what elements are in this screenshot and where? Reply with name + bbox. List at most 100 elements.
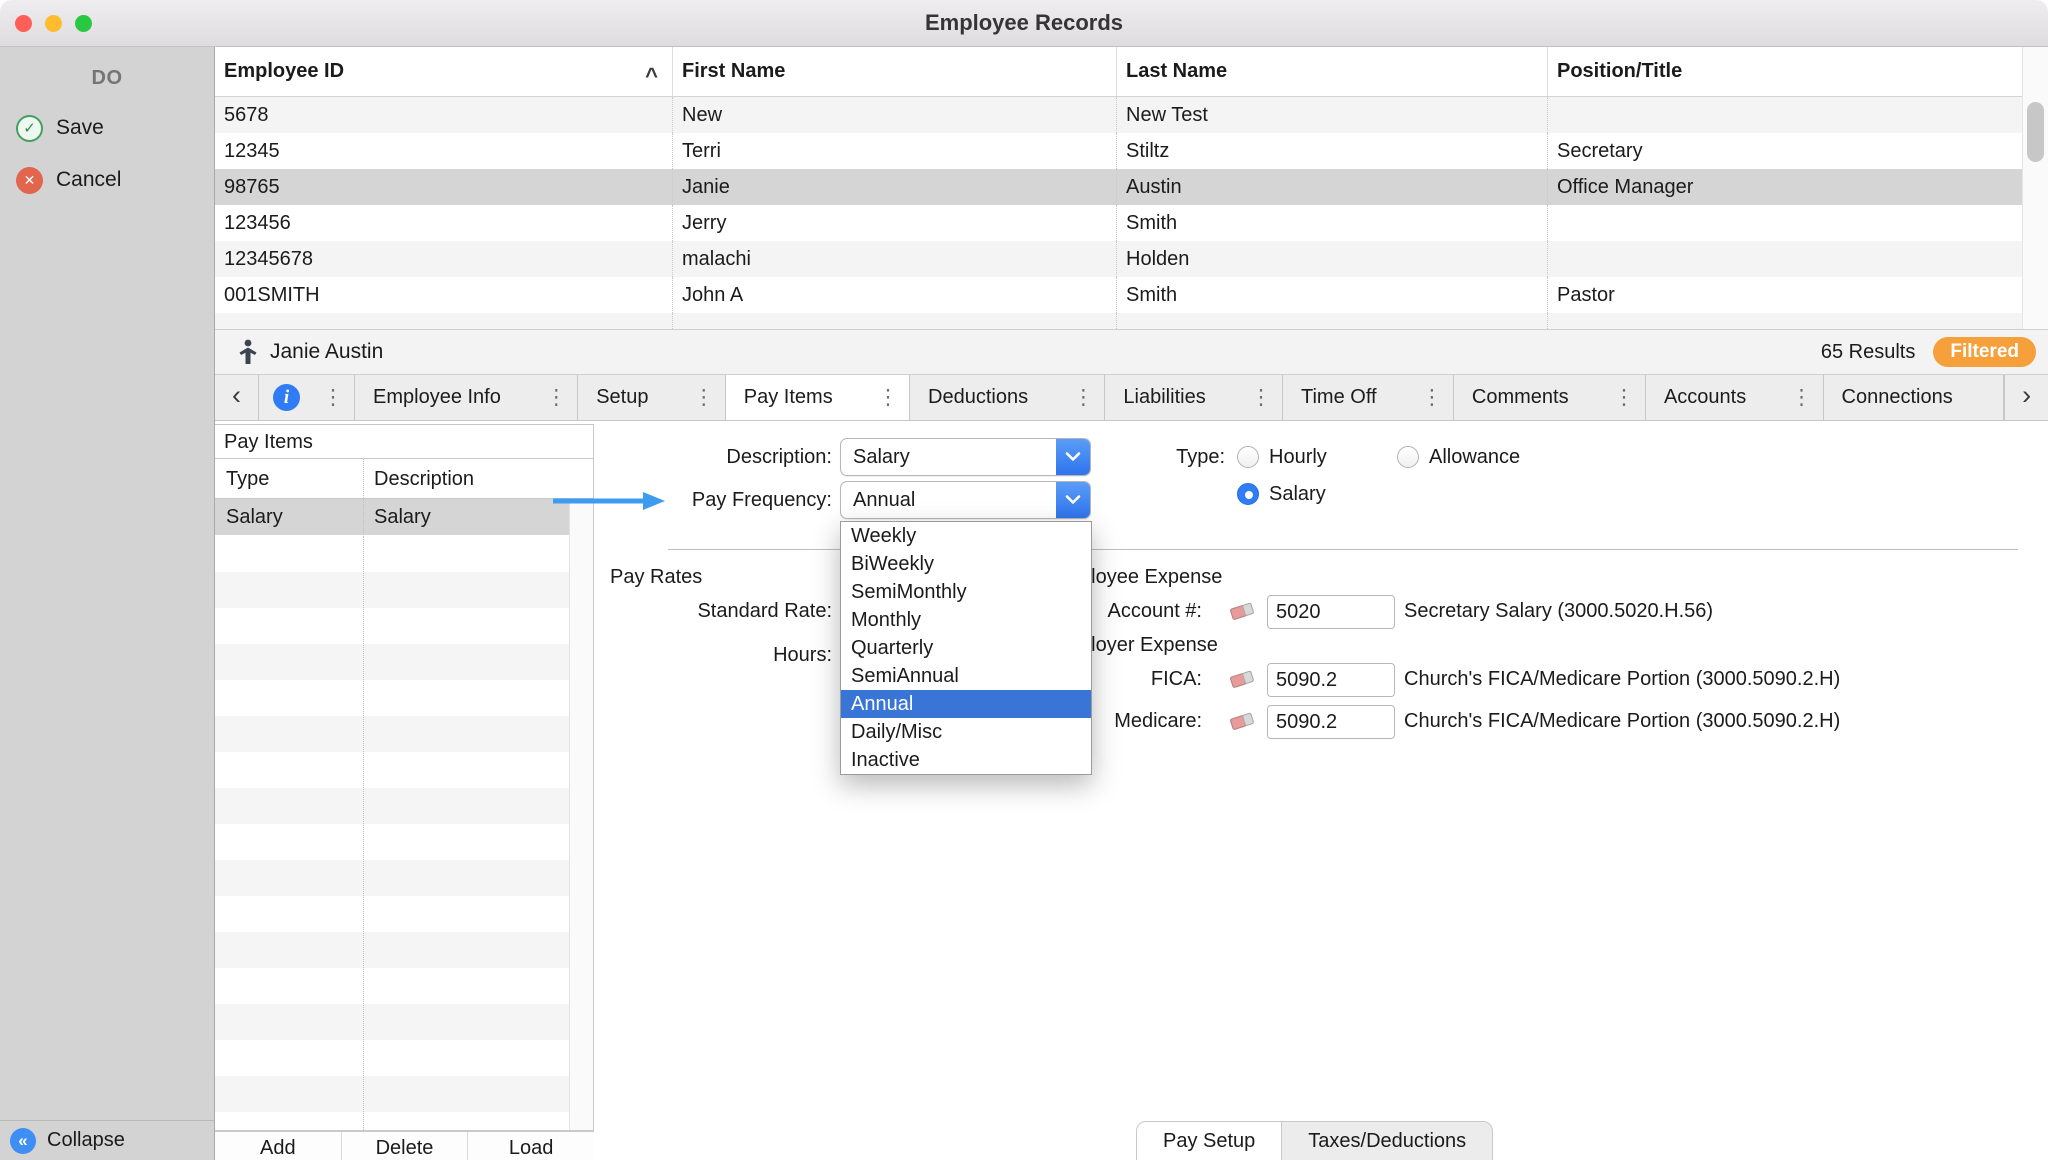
radio-hourly[interactable] bbox=[1237, 446, 1259, 468]
table-row[interactable]: 12345 Terri Stiltz Secretary bbox=[215, 133, 2048, 169]
fica-description: Church's FICA/Medicare Portion (3000.509… bbox=[1404, 661, 1840, 697]
column-header-first-name[interactable]: First Name bbox=[673, 47, 1117, 96]
tab-time-off[interactable]: Time Off ⋮ bbox=[1283, 375, 1454, 420]
collapse-button[interactable]: « Collapse bbox=[0, 1120, 214, 1160]
eraser-icon[interactable] bbox=[1228, 599, 1258, 623]
tab-bar: ‹ i ⋮ Employee Info ⋮ Setup ⋮ Pay Items … bbox=[215, 375, 2048, 421]
tab-comments[interactable]: Comments ⋮ bbox=[1454, 375, 1646, 420]
frequency-option[interactable]: Inactive bbox=[841, 746, 1091, 774]
tab-info[interactable]: i ⋮ bbox=[259, 375, 355, 420]
radio-salary-label[interactable]: Salary bbox=[1269, 475, 1326, 513]
fica-account-input[interactable] bbox=[1267, 663, 1395, 697]
zoom-window-button[interactable] bbox=[75, 15, 92, 32]
results-count: 65 Results bbox=[1821, 341, 1934, 364]
save-label: Save bbox=[56, 116, 104, 140]
column-header-position[interactable]: Position/Title bbox=[1548, 47, 2022, 96]
table-row-selected[interactable]: 98765 Janie Austin Office Manager bbox=[215, 169, 2048, 205]
cell-employee-id: 001SMITH bbox=[215, 277, 673, 313]
radio-salary[interactable] bbox=[1237, 483, 1259, 505]
chevron-down-icon[interactable] bbox=[1056, 482, 1090, 518]
account-number-input[interactable] bbox=[1267, 595, 1395, 629]
frequency-option[interactable]: Weekly bbox=[841, 522, 1091, 550]
frequency-option-selected[interactable]: Annual bbox=[841, 690, 1091, 718]
tab-menu-icon[interactable]: ⋮ bbox=[875, 385, 901, 410]
column-header-last-name[interactable]: Last Name bbox=[1117, 47, 1548, 96]
tab-menu-icon[interactable]: ⋮ bbox=[1248, 385, 1274, 410]
minimize-window-button[interactable] bbox=[45, 15, 62, 32]
delete-button[interactable]: Delete bbox=[342, 1132, 469, 1160]
frequency-option[interactable]: SemiAnnual bbox=[841, 662, 1091, 690]
description-dropdown[interactable]: Salary bbox=[840, 438, 1091, 476]
tab-pay-setup[interactable]: Pay Setup bbox=[1137, 1122, 1282, 1160]
eraser-icon[interactable] bbox=[1228, 667, 1258, 691]
cell-employee-id: 5678 bbox=[215, 97, 673, 133]
pay-items-scrollbar[interactable] bbox=[569, 500, 593, 1130]
pay-items-empty-rows bbox=[215, 536, 569, 1130]
pay-rates-label: Pay Rates bbox=[610, 559, 702, 595]
table-row[interactable]: 12345678 malachi Holden bbox=[215, 241, 2048, 277]
frequency-option[interactable]: Daily/Misc bbox=[841, 718, 1091, 746]
pay-items-columns: Type Description bbox=[215, 459, 593, 499]
tab-pay-items[interactable]: Pay Items ⋮ bbox=[726, 375, 910, 420]
tab-employee-info[interactable]: Employee Info ⋮ bbox=[355, 375, 578, 420]
add-button[interactable]: Add bbox=[215, 1132, 342, 1160]
pay-item-row-selected[interactable]: Salary Salary bbox=[215, 499, 569, 535]
eraser-icon[interactable] bbox=[1228, 709, 1258, 733]
tab-accounts[interactable]: Accounts ⋮ bbox=[1646, 375, 1824, 420]
tab-label: Liabilities bbox=[1123, 386, 1205, 409]
tab-menu-icon[interactable]: ⋮ bbox=[320, 385, 346, 410]
cancel-button[interactable]: ✕ Cancel bbox=[0, 160, 214, 200]
table-scrollbar[interactable] bbox=[2022, 47, 2048, 329]
load-button[interactable]: Load bbox=[468, 1132, 594, 1160]
save-button[interactable]: ✓ Save bbox=[0, 108, 214, 148]
frequency-option[interactable]: SemiMonthly bbox=[841, 578, 1091, 606]
tab-menu-icon[interactable]: ⋮ bbox=[1070, 385, 1096, 410]
frequency-option[interactable]: Monthly bbox=[841, 606, 1091, 634]
table-scrollbar-thumb[interactable] bbox=[2027, 102, 2044, 162]
cancel-label: Cancel bbox=[56, 168, 121, 192]
tab-taxes-deductions[interactable]: Taxes/Deductions bbox=[1282, 1122, 1492, 1160]
column-header-employee-id[interactable]: Employee ID ^ bbox=[215, 47, 673, 96]
tab-liabilities[interactable]: Liabilities ⋮ bbox=[1105, 375, 1283, 420]
filtered-badge[interactable]: Filtered bbox=[1933, 337, 2036, 367]
radio-allowance[interactable] bbox=[1397, 446, 1419, 468]
description-label: Description: bbox=[635, 438, 832, 476]
tabs-scroll-left-button[interactable]: ‹ bbox=[215, 375, 259, 420]
cell-type: Salary bbox=[215, 499, 363, 535]
tab-menu-icon[interactable]: ⋮ bbox=[691, 385, 717, 410]
tab-setup[interactable]: Setup ⋮ bbox=[578, 375, 726, 420]
cell-employee-id: 12345 bbox=[215, 133, 673, 169]
cell-last-name: Smith bbox=[1117, 277, 1548, 313]
tab-deductions[interactable]: Deductions ⋮ bbox=[910, 375, 1105, 420]
tab-menu-icon[interactable]: ⋮ bbox=[543, 385, 569, 410]
tab-label: Setup bbox=[596, 386, 648, 409]
tab-connections[interactable]: Connections bbox=[1824, 375, 2005, 420]
cancel-x-icon: ✕ bbox=[16, 167, 43, 194]
medicare-account-input[interactable] bbox=[1267, 705, 1395, 739]
type-label: Type: bbox=[1065, 438, 1225, 476]
pay-items-panel-title: Pay Items bbox=[215, 425, 593, 459]
close-window-button[interactable] bbox=[15, 15, 32, 32]
tab-menu-icon[interactable]: ⋮ bbox=[1789, 385, 1815, 410]
cell-last-name: Stiltz bbox=[1117, 133, 1548, 169]
frequency-option[interactable]: Quarterly bbox=[841, 634, 1091, 662]
window-title: Employee Records bbox=[925, 10, 1123, 36]
cell-position bbox=[1548, 205, 2022, 241]
collapse-label: Collapse bbox=[47, 1129, 125, 1152]
tab-menu-icon[interactable]: ⋮ bbox=[1611, 385, 1637, 410]
table-row bbox=[215, 313, 2048, 329]
account-description: Secretary Salary (3000.5020.H.56) bbox=[1404, 593, 1713, 629]
radio-allowance-label[interactable]: Allowance bbox=[1429, 438, 1520, 476]
table-row[interactable]: 5678 New New Test bbox=[215, 97, 2048, 133]
cell-first-name: New bbox=[673, 97, 1117, 133]
tabs-scroll-right-button[interactable]: › bbox=[2004, 375, 2048, 420]
column-header-type[interactable]: Type bbox=[215, 459, 363, 498]
table-row[interactable]: 001SMITH John A Smith Pastor bbox=[215, 277, 2048, 313]
tab-menu-icon[interactable]: ⋮ bbox=[1419, 385, 1445, 410]
employee-table: Employee ID ^ First Name Last Name Posit… bbox=[215, 47, 2048, 329]
standard-rate-label: Standard Rate: bbox=[595, 593, 832, 629]
radio-hourly-label[interactable]: Hourly bbox=[1269, 438, 1327, 476]
table-row[interactable]: 123456 Jerry Smith bbox=[215, 205, 2048, 241]
frequency-option[interactable]: BiWeekly bbox=[841, 550, 1091, 578]
pay-frequency-dropdown[interactable]: Annual bbox=[840, 481, 1091, 519]
